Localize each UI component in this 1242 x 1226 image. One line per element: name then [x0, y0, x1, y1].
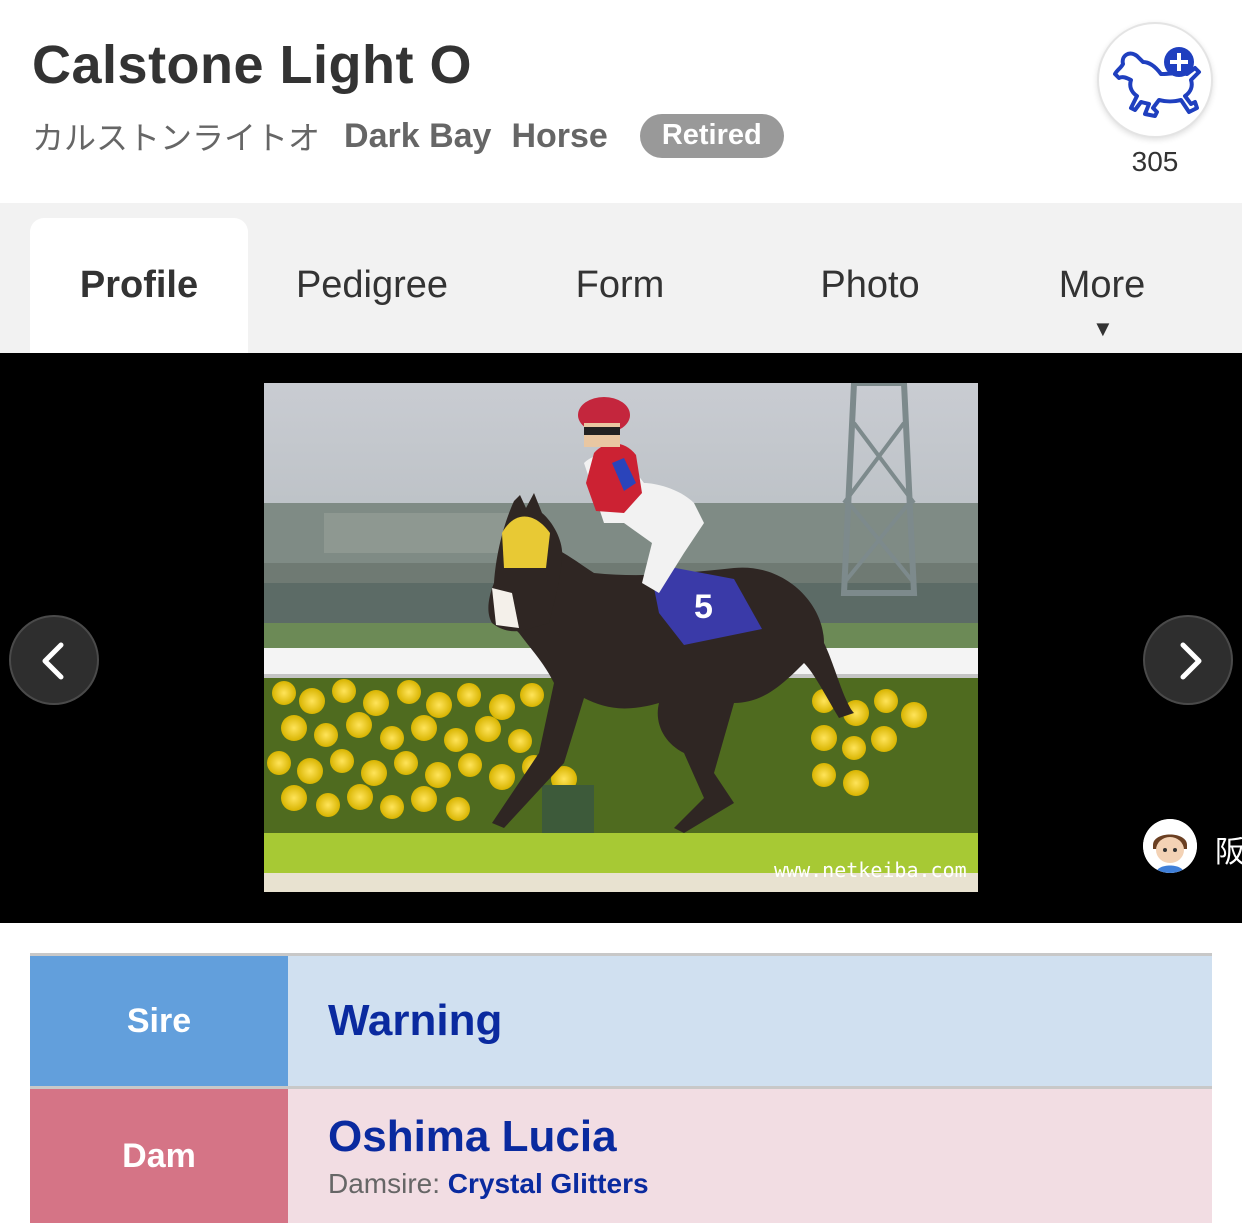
- favorite-button[interactable]: [1097, 22, 1213, 138]
- photo-watermark: www.netkeiba.com: [774, 858, 967, 882]
- horse-subtitle: カルストンライトオ Dark Bay Horse Retired: [32, 112, 784, 160]
- horse-plus-icon: [1113, 47, 1201, 118]
- sire-link[interactable]: Warning: [328, 996, 502, 1046]
- favorite-count: 305: [1131, 146, 1179, 177]
- tab-pedigree[interactable]: Pedigree: [262, 218, 482, 353]
- damsire-link[interactable]: Crystal Glitters: [448, 1168, 649, 1199]
- dam-row: Dam Oshima Lucia Damsire: Crystal Glitte…: [30, 1086, 1212, 1223]
- race-photo[interactable]: 5 www.netkeiba.com: [264, 383, 978, 892]
- dam-value: Oshima Lucia Damsire: Crystal Glitters: [288, 1089, 1212, 1223]
- chevron-right-icon: [1180, 642, 1202, 680]
- horse-header: Calstone Light O カルストンライトオ Dark Bay Hors…: [0, 0, 1242, 203]
- commentator-avatar[interactable]: [1143, 819, 1197, 873]
- sire-label: Sire: [30, 956, 288, 1086]
- kana-name: カルストンライトオ: [32, 119, 321, 157]
- sire-value: Warning: [288, 956, 1212, 1086]
- tab-bar: Profile Pedigree Form Photo More ▼: [0, 203, 1242, 353]
- dam-link[interactable]: Oshima Lucia: [328, 1112, 1212, 1162]
- photo-gallery: 5 www.netkeiba.com 阪: [0, 353, 1242, 923]
- damsire-line: Damsire: Crystal Glitters: [328, 1168, 1212, 1200]
- status-badge: Retired: [639, 114, 784, 158]
- pedigree-table: Sire Warning Dam Oshima Lucia Damsire: C…: [30, 953, 1212, 1223]
- horse-sex: Horse: [511, 116, 608, 155]
- gallery-prev-button[interactable]: [9, 615, 99, 705]
- dam-label: Dam: [30, 1089, 288, 1223]
- horse-name: Calstone Light O: [32, 35, 472, 95]
- coat-color: Dark Bay: [344, 116, 492, 155]
- side-caption: 阪: [1215, 835, 1242, 870]
- damsire-label: Damsire:: [328, 1168, 441, 1199]
- caret-down-icon[interactable]: ▼: [1092, 316, 1114, 342]
- tab-photo[interactable]: Photo: [770, 218, 970, 353]
- sire-row: Sire Warning: [30, 953, 1212, 1086]
- tab-form[interactable]: Form: [520, 218, 720, 353]
- saddle-number: 5: [694, 588, 713, 626]
- gallery-next-button[interactable]: [1143, 615, 1233, 705]
- tab-profile[interactable]: Profile: [30, 218, 248, 353]
- chevron-left-icon: [42, 642, 64, 680]
